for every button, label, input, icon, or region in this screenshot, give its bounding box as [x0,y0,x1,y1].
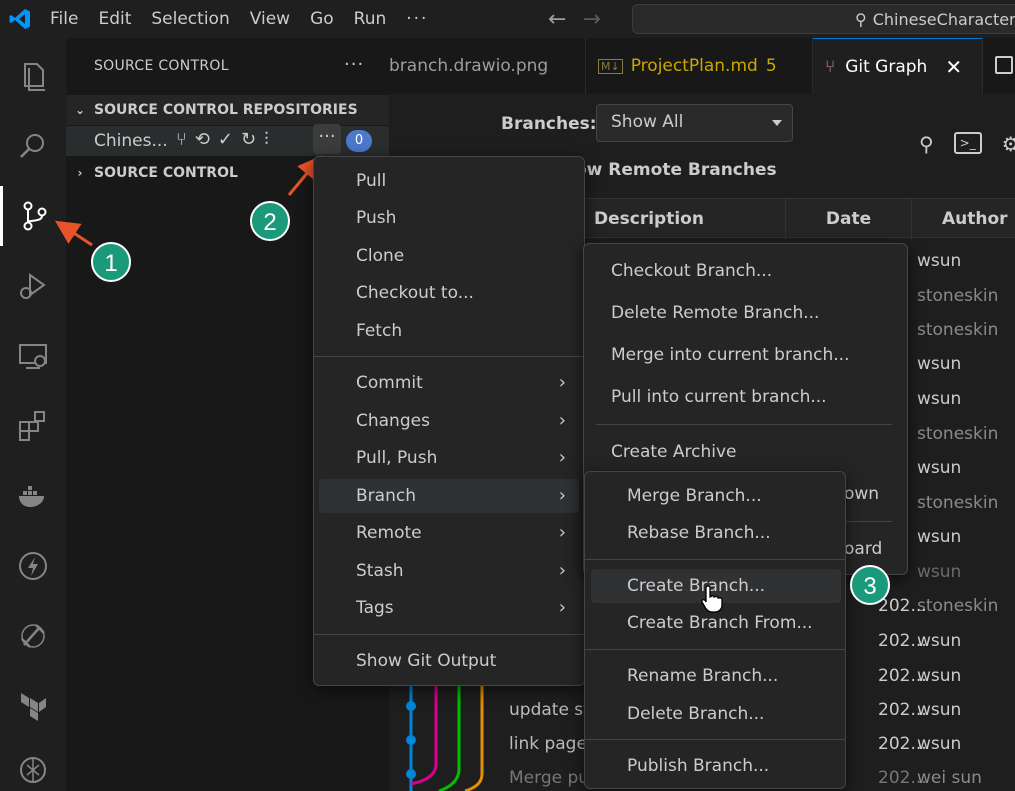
menu-item-clone[interactable]: Clone [314,239,586,273]
menu-item-pull[interactable]: Pull [314,164,586,198]
menu-item-label: Remote [356,523,422,543]
menu-separator [314,634,584,635]
menu-item-show-git-output[interactable]: Show Git Output [314,644,584,678]
menu-item-merge-branch[interactable]: Merge Branch... [585,479,845,513]
menu-item-remote[interactable]: Remote › [314,516,584,550]
menu-item-create-archive[interactable]: Create Archive [584,435,904,469]
menu-item-label: Branch [356,486,416,506]
annotation-step-1: 1 [91,242,131,282]
menu-item-delete-branch[interactable]: Delete Branch... [585,697,845,731]
menu-item-changes[interactable]: Changes › [314,404,584,438]
menu-item-pull-into-current[interactable]: Pull into current branch... [584,380,904,414]
menu-item-branch[interactable]: Branch › [319,479,579,513]
menu-item-publish-branch[interactable]: Publish Branch... [585,749,845,783]
chevron-right-icon: › [558,410,566,431]
menu-item-merge-into-current[interactable]: Merge into current branch... [584,338,904,372]
menu-item-push[interactable]: Push [314,201,586,235]
menu-item-checkout-to[interactable]: Checkout to... [314,276,586,310]
chevron-right-icon: › [558,560,566,581]
menu-item-label: Stash [356,561,404,581]
menu-item-rebase-branch[interactable]: Rebase Branch... [585,516,845,550]
menu-item-checkout-branch[interactable]: Checkout Branch... [584,254,904,288]
menu-item-label: Pull, Push [356,448,438,468]
chevron-right-icon: › [558,447,566,468]
menu-separator [585,739,845,740]
branch-submenu: Merge Branch... Rebase Branch... Create … [584,471,846,789]
menu-separator [585,649,845,650]
menu-item-commit[interactable]: Commit › [314,366,584,400]
menu-item-label: Changes [356,411,430,431]
menu-item-label: Commit [356,373,423,393]
annotation-step-2: 2 [250,201,290,241]
menu-separator [314,356,584,357]
menu-item-label: Tags [356,598,394,618]
menu-item-tags[interactable]: Tags › [314,591,584,625]
menu-separator [585,559,845,560]
source-control-more-menu: Pull Push Clone Checkout to... Fetch Com… [313,156,585,686]
menu-separator [596,424,892,425]
menu-item-rename-branch[interactable]: Rename Branch... [585,659,845,693]
chevron-right-icon: › [558,597,566,618]
menu-item-partial[interactable]: own [844,477,879,511]
chevron-right-icon: › [558,485,566,506]
menu-item-partial[interactable]: oard [844,532,882,566]
annotation-step-3: 3 [850,565,890,605]
menu-separator [846,521,892,522]
chevron-right-icon: › [558,372,566,393]
menu-item-pull-push[interactable]: Pull, Push › [314,441,584,475]
menu-item-fetch[interactable]: Fetch [314,314,586,348]
menu-item-delete-remote-branch[interactable]: Delete Remote Branch... [584,296,904,330]
chevron-right-icon: › [558,522,566,543]
menu-item-stash[interactable]: Stash › [314,554,584,588]
hand-cursor-icon [701,585,723,613]
